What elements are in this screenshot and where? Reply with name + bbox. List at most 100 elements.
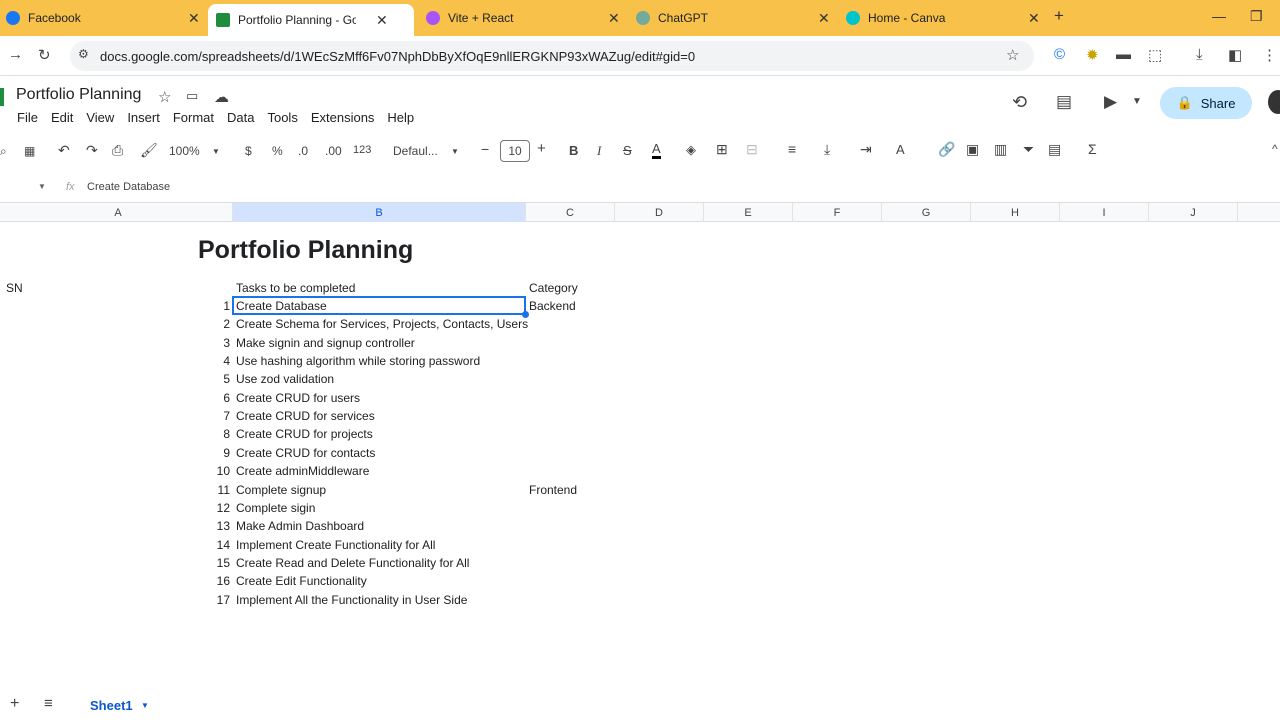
menu-view[interactable]: View: [86, 110, 114, 125]
browser-tab-canva[interactable]: Home - Canva ✕: [846, 4, 1042, 32]
row-number-cell[interactable]: 6: [208, 391, 230, 405]
close-icon[interactable]: ✕: [188, 10, 200, 27]
row-number-cell[interactable]: 2: [208, 317, 230, 331]
close-icon[interactable]: ✕: [1028, 10, 1040, 27]
row-number-cell[interactable]: 5: [208, 372, 230, 386]
header-category-cell[interactable]: Category: [529, 281, 578, 295]
sheet-title-cell[interactable]: Portfolio Planning: [198, 236, 413, 265]
font-select[interactable]: Defaul...: [393, 144, 438, 158]
task-cell[interactable]: Create CRUD for contacts: [236, 446, 375, 460]
redo-icon[interactable]: ↷: [86, 142, 98, 159]
browser-tab-chatgpt[interactable]: ChatGPT ✕: [636, 4, 832, 32]
task-cell[interactable]: Create Edit Functionality: [236, 574, 367, 588]
all-sheets-icon[interactable]: ≡: [44, 695, 53, 712]
menu-help[interactable]: Help: [387, 110, 414, 125]
row-number-cell[interactable]: 1: [208, 299, 230, 313]
browser-tab-sheets[interactable]: Portfolio Planning - Google She ✕: [208, 4, 414, 36]
extension-battery-icon[interactable]: ▬: [1116, 46, 1131, 63]
task-cell[interactable]: Complete signup: [236, 483, 326, 497]
category-cell[interactable]: Backend: [529, 299, 576, 313]
column-header-a[interactable]: A: [4, 203, 233, 222]
undo-icon[interactable]: ↶: [58, 142, 70, 159]
sidebar-icon[interactable]: ◧: [1228, 46, 1242, 64]
currency-button[interactable]: $: [245, 144, 252, 158]
font-size-input[interactable]: 10: [500, 140, 530, 162]
new-tab-button[interactable]: +: [1054, 6, 1064, 26]
formula-input[interactable]: Create Database: [87, 181, 170, 193]
task-cell[interactable]: Create CRUD for projects: [236, 427, 373, 441]
column-header-g[interactable]: G: [882, 203, 971, 222]
task-cell[interactable]: Create CRUD for services: [236, 409, 375, 423]
minimize-icon[interactable]: —: [1212, 8, 1226, 24]
chevron-down-icon[interactable]: ▼: [212, 147, 220, 156]
row-number-cell[interactable]: 9: [208, 446, 230, 460]
menu-format[interactable]: Format: [173, 110, 214, 125]
chevron-down-icon[interactable]: ▼: [1132, 96, 1142, 107]
task-cell[interactable]: Create Read and Delete Functionality for…: [236, 556, 469, 570]
bold-icon[interactable]: B: [569, 143, 578, 158]
row-number-cell[interactable]: 3: [208, 336, 230, 350]
category-cell[interactable]: Frontend: [529, 483, 577, 497]
merge-cells-icon[interactable]: ⊟: [746, 141, 758, 158]
row-number-cell[interactable]: 17: [208, 593, 230, 607]
decrease-decimal-button[interactable]: .0: [298, 144, 308, 158]
version-history-icon[interactable]: ⟲: [1012, 92, 1027, 113]
name-box-dropdown-icon[interactable]: ▼: [38, 182, 46, 191]
download-icon[interactable]: ⤓: [1196, 46, 1203, 63]
insert-link-icon[interactable]: 🔗: [938, 141, 955, 158]
row-number-cell[interactable]: 4: [208, 354, 230, 368]
reload-icon[interactable]: ↻: [38, 46, 51, 64]
close-icon[interactable]: ✕: [376, 12, 388, 29]
extension-c-icon[interactable]: ©: [1054, 46, 1065, 63]
fill-handle[interactable]: [522, 311, 529, 318]
share-button[interactable]: 🔒 Share: [1160, 87, 1252, 119]
calendar-icon[interactable]: ▦: [24, 144, 35, 158]
task-cell[interactable]: Create adminMiddleware: [236, 464, 369, 478]
task-cell[interactable]: Make Admin Dashboard: [236, 519, 364, 533]
browser-tab-facebook[interactable]: Facebook ✕: [6, 4, 202, 32]
comments-icon[interactable]: ▤: [1056, 92, 1072, 112]
row-number-cell[interactable]: 13: [208, 519, 230, 533]
meet-video-icon[interactable]: ▶: [1104, 92, 1117, 112]
vertical-align-icon[interactable]: ⤓: [824, 141, 830, 158]
increase-font-size-button[interactable]: +: [537, 140, 546, 157]
text-rotation-icon[interactable]: A: [896, 142, 905, 157]
maximize-icon[interactable]: ❐: [1250, 8, 1263, 25]
filter-views-icon[interactable]: ▤: [1048, 141, 1061, 158]
site-settings-icon[interactable]: ⚙: [78, 47, 89, 61]
column-header-j[interactable]: J: [1149, 203, 1238, 222]
star-icon[interactable]: ☆: [1006, 46, 1019, 64]
row-number-cell[interactable]: 10: [208, 464, 230, 478]
text-wrapping-icon[interactable]: ⇥: [860, 141, 872, 158]
task-cell[interactable]: Create CRUD for users: [236, 391, 360, 405]
column-header-f[interactable]: F: [793, 203, 882, 222]
percent-button[interactable]: %: [272, 144, 283, 158]
sheets-logo-icon[interactable]: [0, 88, 4, 106]
print-icon[interactable]: ⎙: [112, 142, 123, 159]
url-field[interactable]: ⚙ docs.google.com/spreadsheets/d/1WEcSzM…: [70, 41, 1034, 71]
number-format-button[interactable]: 123: [353, 144, 371, 156]
row-number-cell[interactable]: 15: [208, 556, 230, 570]
borders-icon[interactable]: ⊞: [716, 141, 728, 158]
column-header-d[interactable]: D: [615, 203, 704, 222]
italic-icon[interactable]: I: [597, 143, 601, 159]
close-icon[interactable]: ✕: [608, 10, 620, 27]
filter-icon[interactable]: ⏷: [1023, 141, 1034, 158]
row-number-cell[interactable]: 12: [208, 501, 230, 515]
task-cell[interactable]: Implement All the Functionality in User …: [236, 593, 467, 607]
column-header-e[interactable]: E: [704, 203, 793, 222]
functions-icon[interactable]: Σ: [1088, 141, 1097, 157]
row-number-cell[interactable]: 8: [208, 427, 230, 441]
menu-extensions[interactable]: Extensions: [311, 110, 375, 125]
row-number-cell[interactable]: 14: [208, 538, 230, 552]
task-cell[interactable]: Implement Create Functionality for All: [236, 538, 435, 552]
strikethrough-icon[interactable]: S: [623, 143, 632, 158]
star-icon[interactable]: ☆: [158, 88, 171, 106]
menu-insert[interactable]: Insert: [127, 110, 160, 125]
close-icon[interactable]: ✕: [818, 10, 830, 27]
fill-color-icon[interactable]: ◈: [686, 142, 696, 158]
column-header-h[interactable]: H: [971, 203, 1060, 222]
extensions-puzzle-icon[interactable]: ⬚: [1148, 46, 1162, 64]
task-cell[interactable]: Make signin and signup controller: [236, 336, 415, 350]
move-folder-icon[interactable]: ▭: [186, 88, 198, 104]
